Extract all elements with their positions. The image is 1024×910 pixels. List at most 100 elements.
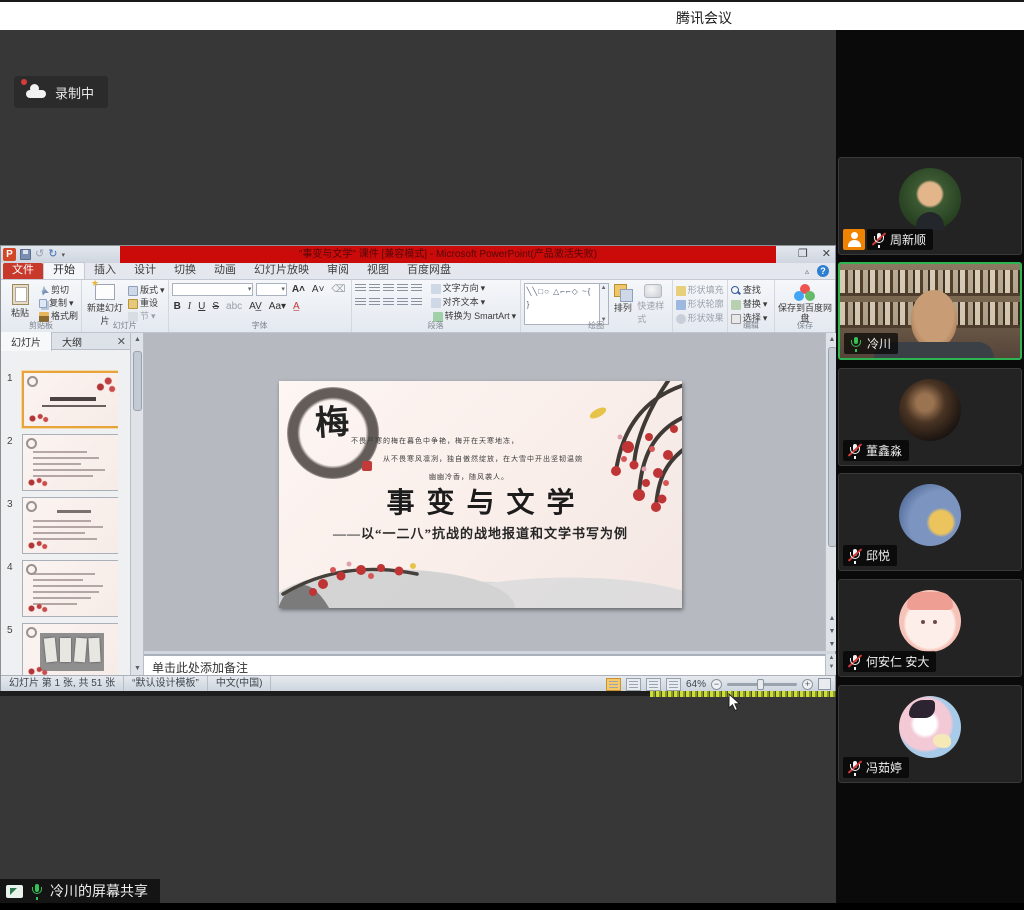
tab-file[interactable]: 文件 bbox=[3, 263, 43, 279]
change-case-button[interactable]: Aa▾ bbox=[267, 300, 288, 313]
numbering-icon[interactable] bbox=[369, 284, 380, 293]
notes-pane[interactable]: 单击此处添加备注 bbox=[144, 654, 825, 675]
text-direction-button[interactable]: 文字方向 ▾ bbox=[431, 283, 486, 294]
align-text-button[interactable]: 对齐文本 ▾ bbox=[431, 297, 486, 308]
shrink-font-button[interactable]: A˅ bbox=[310, 283, 327, 296]
fit-to-window-button[interactable] bbox=[818, 678, 831, 690]
panel-close-icon[interactable]: ✕ bbox=[117, 335, 126, 348]
columns-icon[interactable] bbox=[411, 298, 422, 307]
status-slide-info: 幻灯片 第 1 张, 共 51 张 bbox=[1, 676, 124, 692]
slide-poem-line1: 不畏严寒的梅在暮色中争艳，梅开在天寒地冻， bbox=[351, 436, 519, 446]
font-color-button[interactable]: A̲ bbox=[291, 300, 302, 313]
scroll-down-icon[interactable]: ▼ bbox=[131, 662, 144, 675]
bold-button[interactable]: B bbox=[172, 300, 183, 313]
panel-tab-slides[interactable]: 幻灯片 bbox=[1, 332, 52, 351]
tab-animations[interactable]: 动画 bbox=[205, 263, 245, 279]
arrange-button[interactable]: 排列 bbox=[612, 283, 635, 314]
qat-dropdown-icon[interactable]: ▾ bbox=[61, 251, 65, 259]
tab-insert[interactable]: 插入 bbox=[85, 263, 125, 279]
paste-button[interactable]: 粘贴 bbox=[4, 283, 36, 319]
save-to-baidu-button[interactable]: 保存到百度网盘 bbox=[778, 283, 832, 323]
align-right-icon[interactable] bbox=[383, 298, 394, 307]
tab-transitions[interactable]: 切换 bbox=[165, 263, 205, 279]
collapse-ribbon-icon[interactable]: ▵ bbox=[805, 267, 809, 276]
slide-thumbnail-3[interactable] bbox=[22, 497, 118, 554]
participant-tile-leng[interactable]: 冷川 bbox=[838, 262, 1022, 360]
bullets-icon[interactable] bbox=[355, 284, 366, 293]
redo-icon[interactable]: ↻ bbox=[48, 248, 57, 261]
align-center-icon[interactable] bbox=[369, 298, 380, 307]
participant-name: 邱悦 bbox=[866, 547, 890, 564]
zoom-slider-handle[interactable] bbox=[757, 679, 764, 690]
tab-design[interactable]: 设计 bbox=[125, 263, 165, 279]
align-left-icon[interactable] bbox=[355, 298, 366, 307]
shape-effects-button[interactable]: 形状效果 bbox=[676, 313, 724, 324]
line-spacing-icon[interactable] bbox=[411, 284, 422, 293]
font-size-combobox[interactable] bbox=[256, 283, 287, 296]
clear-formatting-button[interactable]: ⌫ bbox=[329, 283, 347, 296]
save-icon[interactable] bbox=[20, 249, 31, 260]
tab-baidu-netdisk[interactable]: 百度网盘 bbox=[398, 263, 460, 279]
paragraph-group-label: 段落 bbox=[352, 320, 520, 331]
zoom-out-button[interactable]: − bbox=[711, 679, 722, 690]
close-window-button[interactable]: ✕ bbox=[822, 247, 831, 262]
shape-outline-button[interactable]: 形状轮廓 bbox=[676, 299, 724, 310]
powerpoint-logo-icon[interactable]: P bbox=[3, 248, 16, 261]
recording-badge[interactable]: 录制中 bbox=[14, 76, 108, 108]
layout-button[interactable]: 版式 ▾ bbox=[128, 285, 165, 296]
tab-view[interactable]: 视图 bbox=[358, 263, 398, 279]
slide-sorter-view-button[interactable] bbox=[626, 678, 641, 691]
shape-fill-button[interactable]: 形状填充 bbox=[676, 285, 724, 296]
tab-home[interactable]: 开始 bbox=[43, 262, 85, 279]
decrease-indent-icon[interactable] bbox=[383, 284, 394, 293]
slideshow-view-button[interactable] bbox=[666, 678, 681, 691]
group-shape-effects: 形状填充 形状轮廓 形状效果 bbox=[673, 280, 728, 332]
status-template: “默认设计模板” bbox=[124, 676, 208, 692]
replace-button[interactable]: 替换 ▾ bbox=[731, 299, 771, 310]
slides-group-label: 幻灯片 bbox=[82, 320, 168, 331]
justify-icon[interactable] bbox=[397, 298, 408, 307]
strikethrough-button[interactable]: S bbox=[210, 300, 221, 313]
find-button[interactable]: 查找 bbox=[731, 285, 771, 296]
panel-tab-outline[interactable]: 大纲 bbox=[52, 332, 92, 351]
slide-thumbnail-5[interactable] bbox=[22, 623, 118, 675]
restore-window-button[interactable]: ❐ bbox=[798, 247, 808, 262]
plum-branch-bottom-left bbox=[279, 532, 437, 608]
tab-review[interactable]: 审阅 bbox=[318, 263, 358, 279]
character-spacing-button[interactable]: AV̲ bbox=[247, 300, 264, 313]
help-icon[interactable]: ? bbox=[817, 265, 829, 277]
underline-button[interactable]: U bbox=[196, 300, 207, 313]
reset-button[interactable]: 重设 bbox=[128, 298, 165, 309]
participant-tile-qiu[interactable]: 邱悦 bbox=[838, 473, 1022, 571]
font-name-combobox[interactable] bbox=[172, 283, 254, 296]
thumbnail-scrollbar-handle[interactable] bbox=[133, 351, 142, 411]
italic-button[interactable]: I bbox=[186, 300, 193, 313]
cut-button[interactable]: 剪切 bbox=[39, 285, 78, 296]
shapes-gallery[interactable]: ╲╲□○ △⌐⌐◇ ~{ } bbox=[524, 283, 600, 325]
slide-canvas[interactable]: 梅 不畏严寒的梅在暮色中争艳，梅开在天寒地冻， 从不畏寒风凛冽，独自傲然绽放，在… bbox=[279, 381, 682, 608]
normal-view-button[interactable] bbox=[606, 678, 621, 691]
slide-thumbnail-2[interactable] bbox=[22, 434, 118, 491]
zoom-slider[interactable] bbox=[727, 683, 797, 686]
participant-tile-dong[interactable]: 董鑫淼 bbox=[838, 368, 1022, 466]
participant-tile-zhou[interactable]: 周新顺 bbox=[838, 157, 1022, 255]
scroll-up-icon[interactable]: ▲ bbox=[131, 333, 144, 346]
participant-tile-feng[interactable]: 冯茹婷 bbox=[838, 685, 1022, 783]
tab-slideshow[interactable]: 幻灯片放映 bbox=[245, 263, 318, 279]
slide-thumbnail-4[interactable] bbox=[22, 560, 118, 617]
slide-thumbnail-1[interactable] bbox=[22, 371, 118, 428]
reading-view-button[interactable] bbox=[646, 678, 661, 691]
thumbnail-scrollbar[interactable]: ▲ ▼ bbox=[131, 333, 144, 675]
grow-font-button[interactable]: A˄ bbox=[290, 283, 307, 296]
zoom-in-button[interactable]: + bbox=[802, 679, 813, 690]
participant-tile-he[interactable]: 何安仁 安大 bbox=[838, 579, 1022, 677]
quick-styles-button[interactable]: 快速样式 bbox=[637, 283, 668, 325]
mic-muted-icon bbox=[848, 443, 861, 458]
shapes-gallery-scroll[interactable]: ▲▼ bbox=[600, 283, 609, 325]
copy-button[interactable]: 复制 ▾ bbox=[39, 298, 78, 309]
text-shadow-button[interactable]: abc bbox=[224, 300, 244, 313]
group-save: 保存到百度网盘 保存 bbox=[775, 280, 835, 332]
undo-icon[interactable]: ↺ bbox=[35, 248, 44, 261]
avatar bbox=[899, 168, 961, 230]
increase-indent-icon[interactable] bbox=[397, 284, 408, 293]
